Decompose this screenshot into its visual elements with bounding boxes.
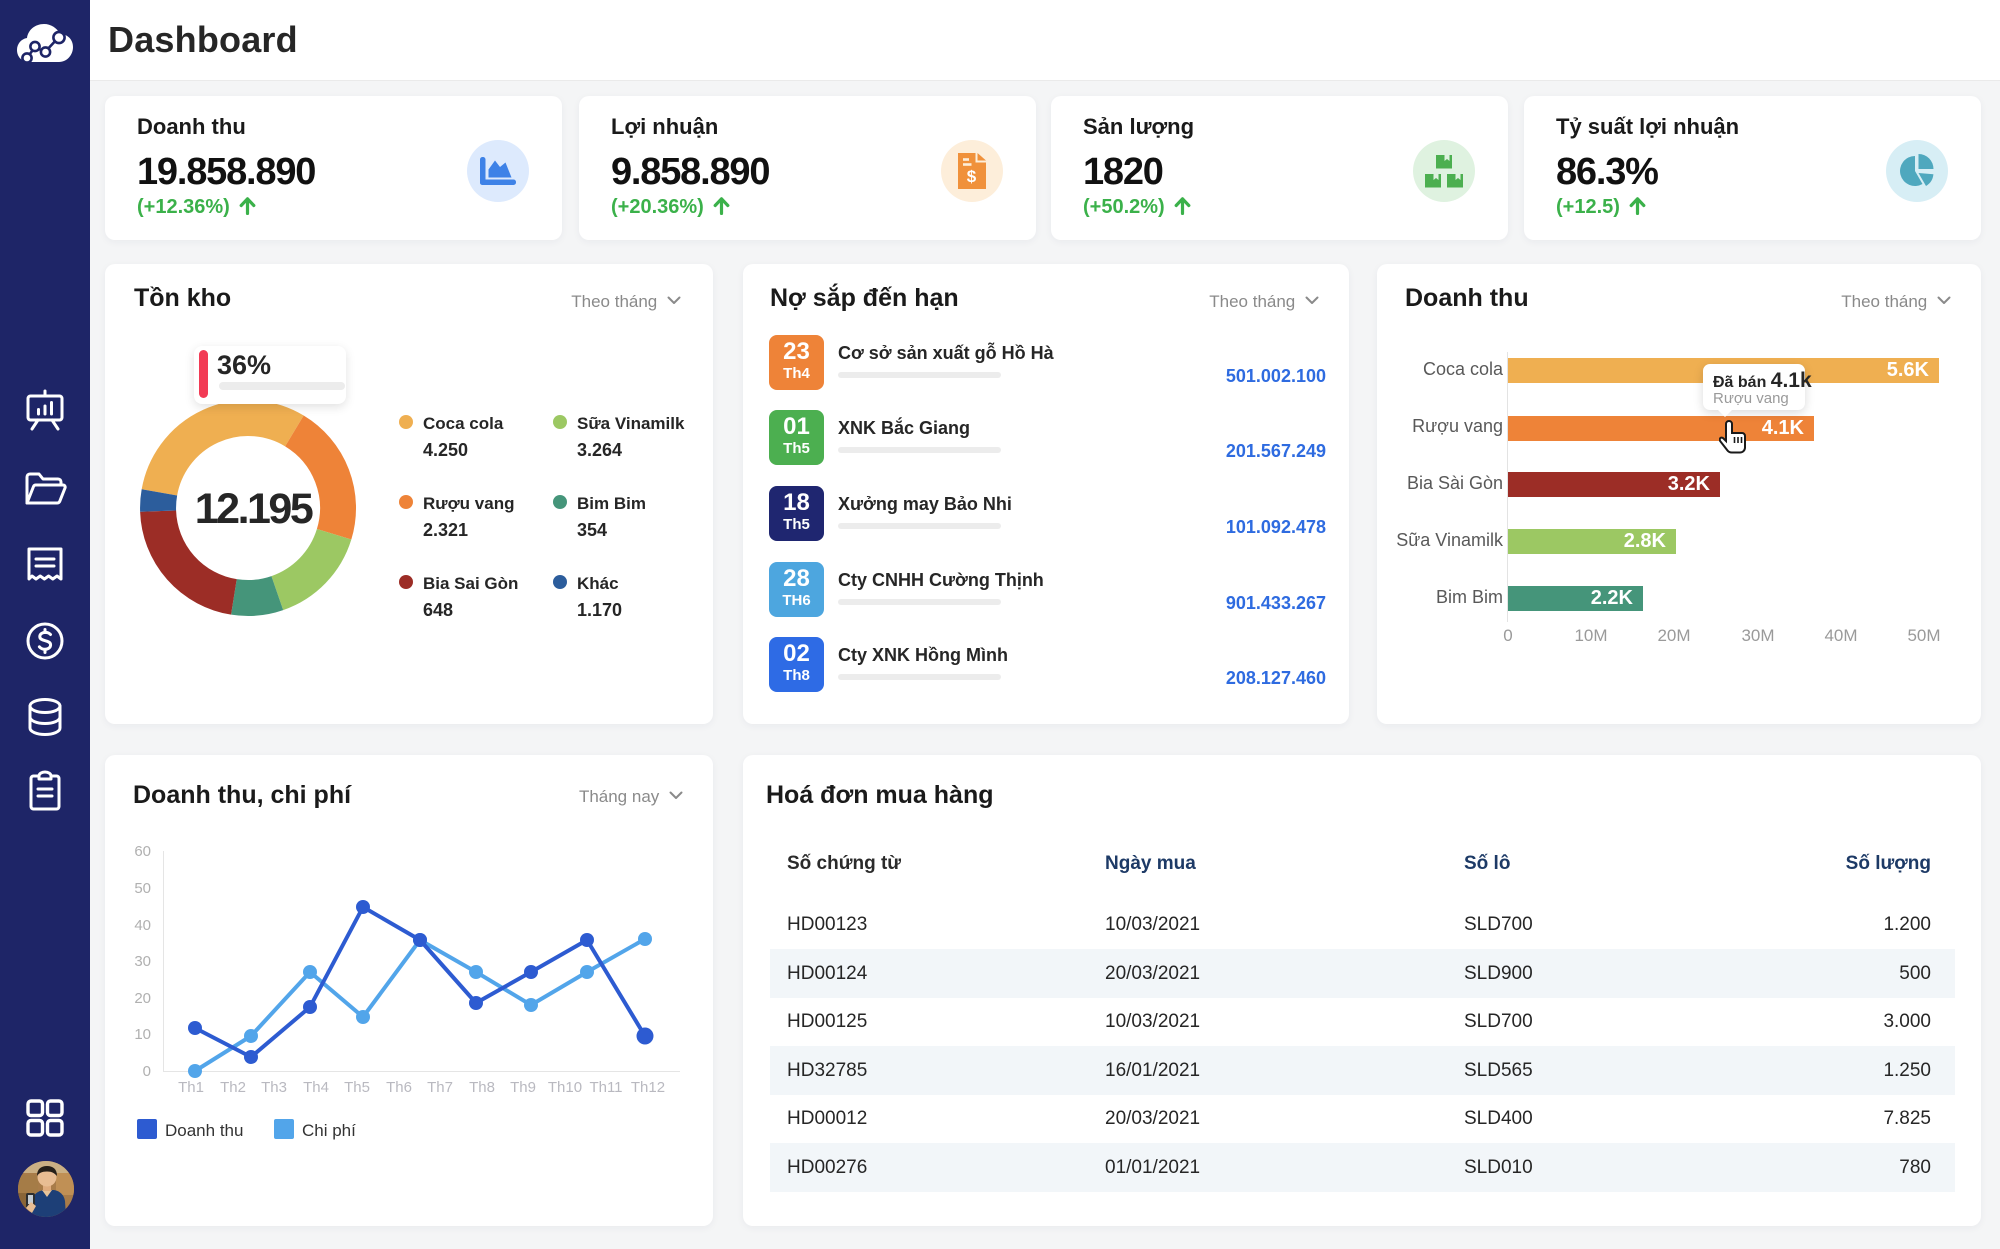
svg-text:$: $ [967,167,977,186]
